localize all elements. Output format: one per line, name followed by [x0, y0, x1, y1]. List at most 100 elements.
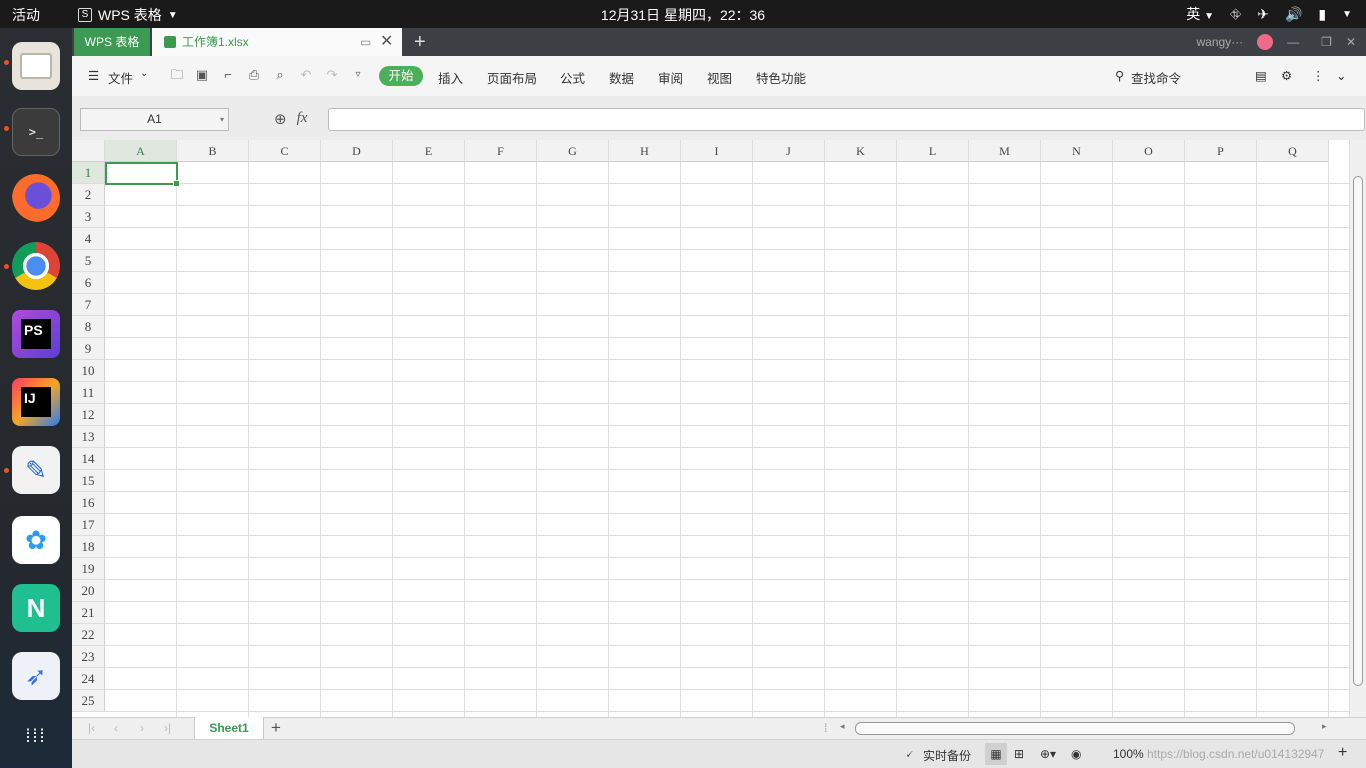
chevron-down-icon[interactable]: ▾: [220, 109, 224, 130]
prev-sheet-icon[interactable]: ‹: [114, 721, 118, 735]
close-icon[interactable]: ✕: [380, 28, 393, 56]
realtime-backup[interactable]: 实时备份: [923, 747, 971, 764]
tab-document[interactable]: 工作簿1.xlsx ▭ ✕: [152, 28, 402, 56]
intellij-icon[interactable]: IJ: [12, 378, 60, 426]
row-header-22[interactable]: 22: [72, 624, 105, 646]
row-header-5[interactable]: 5: [72, 250, 105, 272]
column-header-n[interactable]: N: [1041, 140, 1113, 162]
fx-icon[interactable]: fx: [297, 110, 308, 128]
row-header-7[interactable]: 7: [72, 294, 105, 316]
tab-wps-home[interactable]: WPS 表格: [74, 28, 150, 56]
chevron-down-icon[interactable]: ⌄: [1336, 68, 1346, 83]
column-header-i[interactable]: I: [681, 140, 753, 162]
menu-insert[interactable]: 插入: [438, 68, 463, 87]
formula-input[interactable]: [328, 108, 1365, 131]
row-header-9[interactable]: 9: [72, 338, 105, 360]
menu-page-layout[interactable]: 页面布局: [487, 68, 537, 87]
horizontal-scrollbar[interactable]: [855, 722, 1295, 735]
input-method-indicator[interactable]: 英 ▼: [1186, 4, 1214, 24]
hamburger-icon[interactable]: ☰: [88, 68, 99, 83]
row-header-25[interactable]: 25: [72, 690, 105, 712]
column-header-j[interactable]: J: [753, 140, 825, 162]
volume-icon[interactable]: 🔊: [1285, 6, 1302, 23]
row-header-24[interactable]: 24: [72, 668, 105, 690]
column-header-g[interactable]: G: [537, 140, 609, 162]
app-grid-icon[interactable]: ⁞⁞⁞: [12, 712, 60, 760]
column-header-l[interactable]: L: [897, 140, 969, 162]
column-header-f[interactable]: F: [465, 140, 537, 162]
app-menu[interactable]: S WPS 表格 ▼: [78, 5, 178, 25]
gear-icon[interactable]: ⚙: [1281, 68, 1292, 83]
column-header-m[interactable]: M: [969, 140, 1041, 162]
row-header-16[interactable]: 16: [72, 492, 105, 514]
column-header-c[interactable]: C: [249, 140, 321, 162]
first-sheet-icon[interactable]: |‹: [88, 721, 95, 735]
open-icon[interactable]: 🗀: [169, 67, 185, 83]
row-header-18[interactable]: 18: [72, 536, 105, 558]
format-painter-icon[interactable]: ⌐: [220, 67, 236, 83]
menu-formula[interactable]: 公式: [560, 68, 585, 87]
reading-mode-icon[interactable]: ⊕▾: [1040, 747, 1056, 761]
files-icon[interactable]: [12, 42, 60, 90]
firefox-icon[interactable]: [12, 174, 60, 222]
text-editor-icon[interactable]: ✎: [12, 446, 60, 494]
clock[interactable]: 12月31日 星期四，22：36: [601, 7, 765, 23]
row-header-3[interactable]: 3: [72, 206, 105, 228]
row-header-20[interactable]: 20: [72, 580, 105, 602]
baidu-netdisk-icon[interactable]: ✿: [12, 516, 60, 564]
row-header-1[interactable]: 1: [72, 162, 105, 184]
column-header-k[interactable]: K: [825, 140, 897, 162]
row-header-21[interactable]: 21: [72, 602, 105, 624]
eye-protection-icon[interactable]: ◉: [1071, 747, 1081, 761]
vertical-scrollbar[interactable]: [1349, 140, 1366, 717]
activities-button[interactable]: 活动: [12, 5, 40, 25]
feishu-icon[interactable]: ➶: [12, 652, 60, 700]
phpstorm-icon[interactable]: PS: [12, 310, 60, 358]
column-header-o[interactable]: O: [1113, 140, 1185, 162]
airplane-mode-icon[interactable]: ✈: [1257, 6, 1269, 23]
undo-icon[interactable]: ↶: [298, 67, 314, 83]
row-header-4[interactable]: 4: [72, 228, 105, 250]
save-icon[interactable]: ▣: [194, 67, 210, 83]
backup-icon[interactable]: 🗸: [905, 747, 913, 762]
zoom-icon[interactable]: ⊕: [274, 110, 287, 128]
spreadsheet-grid[interactable]: ABCDEFGHIJKLMNOPQ 1 2 3 4 5 6 7 8 9 10 11 12 13 14 15 1…: [72, 140, 1366, 717]
column-header-d[interactable]: D: [321, 140, 393, 162]
chevron-down-icon[interactable]: ⌄: [140, 68, 148, 79]
page-break-view-icon[interactable]: ⊞: [1014, 747, 1024, 761]
split-handle[interactable]: ⁞: [824, 721, 827, 735]
column-header-a[interactable]: A: [105, 140, 177, 162]
monitor-icon[interactable]: ▭: [360, 28, 371, 56]
column-header-e[interactable]: E: [393, 140, 465, 162]
menu-review[interactable]: 审阅: [658, 68, 683, 87]
row-header-12[interactable]: 12: [72, 404, 105, 426]
mindmaster-icon[interactable]: N: [12, 584, 60, 632]
close-window-icon[interactable]: ✕: [1346, 35, 1356, 49]
chevron-down-icon[interactable]: ▼: [1342, 9, 1352, 20]
row-header-15[interactable]: 15: [72, 470, 105, 492]
row-header-17[interactable]: 17: [72, 514, 105, 536]
add-sheet-button[interactable]: +: [271, 718, 281, 738]
next-sheet-icon[interactable]: ›: [140, 721, 144, 735]
terminal-icon[interactable]: >_: [12, 108, 60, 156]
row-header-23[interactable]: 23: [72, 646, 105, 668]
active-cell[interactable]: [105, 162, 180, 187]
menu-view[interactable]: 视图: [707, 68, 732, 87]
print-icon[interactable]: ⎙: [246, 67, 262, 83]
new-tab-button[interactable]: +: [414, 28, 426, 56]
row-header-6[interactable]: 6: [72, 272, 105, 294]
row-header-13[interactable]: 13: [72, 426, 105, 448]
minimize-icon[interactable]: —: [1287, 35, 1307, 49]
network-icon[interactable]: ⛗: [1230, 6, 1241, 23]
column-header-q[interactable]: Q: [1257, 140, 1329, 162]
chrome-icon[interactable]: [12, 242, 60, 290]
column-header-p[interactable]: P: [1185, 140, 1257, 162]
sheet-tab[interactable]: Sheet1: [194, 717, 264, 740]
column-header-b[interactable]: B: [177, 140, 249, 162]
menu-features[interactable]: 特色功能: [756, 68, 806, 87]
redo-icon[interactable]: ↷: [324, 67, 340, 83]
search-command[interactable]: 查找命令: [1131, 68, 1181, 87]
row-header-11[interactable]: 11: [72, 382, 105, 404]
font-panel-icon[interactable]: ▤: [1255, 68, 1267, 83]
row-header-19[interactable]: 19: [72, 558, 105, 580]
